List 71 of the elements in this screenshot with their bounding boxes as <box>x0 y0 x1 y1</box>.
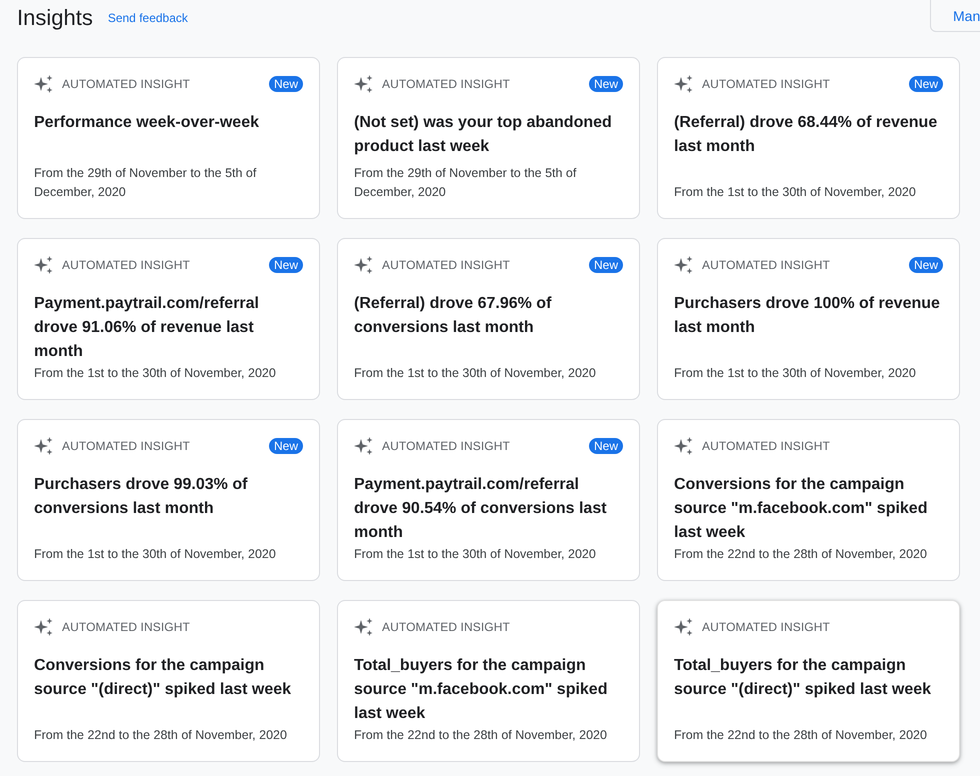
insight-type-label: AUTOMATED INSIGHT <box>382 258 510 272</box>
insight-title: (Referral) drove 68.44% of revenue last month <box>674 113 938 157</box>
sparkle-icon <box>354 436 374 456</box>
insight-title: Purchasers drove 99.03% of conversions last month <box>34 475 248 519</box>
date-range: From the 22nd to the 28th of November, 2020 <box>34 727 288 744</box>
insight-card[interactable]: AUTOMATED INSIGHT Total_buyers for the campaign source "m.facebook.com" spiked last week From the 22nd to the 28th of November, 2020 <box>337 600 640 762</box>
sparkle-icon <box>354 617 374 637</box>
insight-title: Payment.paytrail.com/referral drove 91.06% of revenue last month <box>34 294 260 362</box>
new-badge: New <box>268 438 303 454</box>
insight-card[interactable]: AUTOMATED INSIGHT New Payment.paytrail.com/referral drove 91.06% of revenue last month From the 1st to the 30th of November, 2020 <box>17 238 320 400</box>
sparkle-icon <box>34 255 54 275</box>
sparkle-icon <box>34 74 54 94</box>
manage-button[interactable]: Man <box>930 0 980 32</box>
sparkle-icon <box>34 436 54 456</box>
insight-type-label: AUTOMATED INSIGHT <box>62 620 190 634</box>
insight-type-label: AUTOMATED INSIGHT <box>382 77 510 91</box>
date-range: From the 1st to the 30th of November, 2020 <box>34 365 277 382</box>
insight-card[interactable]: AUTOMATED INSIGHT New (Referral) drove 67.96% of conversions last month From the 1st to the 30th of November, 2020 <box>337 238 640 400</box>
date-range: From the 1st to the 30th of November, 2020 <box>354 365 597 382</box>
sparkle-icon <box>354 74 374 94</box>
insight-type-label: AUTOMATED INSIGHT <box>62 258 190 272</box>
insight-card[interactable]: AUTOMATED INSIGHT New (Referral) drove 68.44% of revenue last month From the 1st to the 30th of November, 2020 <box>657 57 960 219</box>
insight-card[interactable]: AUTOMATED INSIGHT New Payment.paytrail.com/referral drove 90.54% of conversions last month From the 1st to the 30th of November, 2020 <box>337 419 640 581</box>
insight-type-label: AUTOMATED INSIGHT <box>702 77 830 91</box>
insight-type-label: AUTOMATED INSIGHT <box>702 258 830 272</box>
new-badge: New <box>268 257 303 273</box>
insight-card[interactable]: AUTOMATED INSIGHT New Purchasers drove 100% of revenue last month From the 1st to the 30th of November, 2020 <box>657 238 960 400</box>
sparkle-icon <box>674 617 694 637</box>
new-badge: New <box>588 76 623 92</box>
insight-title: (Not set) was your top abandoned product last week <box>354 113 613 157</box>
insight-title: (Referral) drove 67.96% of conversions last month <box>354 294 552 338</box>
date-range: From the 1st to the 30th of November, 2020 <box>674 365 917 382</box>
sparkle-icon <box>674 436 694 456</box>
sparkle-icon <box>674 74 694 94</box>
new-badge: New <box>588 257 623 273</box>
new-badge: New <box>268 76 303 92</box>
sparkle-icon <box>674 255 694 275</box>
send-feedback-link[interactable]: Send feedback <box>108 11 188 25</box>
insight-type-label: AUTOMATED INSIGHT <box>702 439 830 453</box>
insight-type-label: AUTOMATED INSIGHT <box>62 77 190 91</box>
insight-card[interactable]: AUTOMATED INSIGHT New Performance week-over-week From the 29th of November to the 5th of December, 2020 <box>17 57 320 219</box>
date-range: From the 1st to the 30th of November, 2020 <box>674 184 917 201</box>
insight-card[interactable]: AUTOMATED INSIGHT Conversions for the campaign source "(direct)" spiked last week From the 22nd to the 28th of November, 2020 <box>17 600 320 762</box>
insight-card[interactable]: AUTOMATED INSIGHT Total_buyers for the campaign source "(direct)" spiked last week From the 22nd to the 28th of November, 2020 <box>657 600 960 762</box>
insight-title: Payment.paytrail.com/referral drove 90.54% of conversions last month <box>354 475 608 543</box>
date-range: From the 22nd to the 28th of November, 2020 <box>674 727 928 744</box>
date-range: From the 22nd to the 28th of November, 2020 <box>354 727 608 744</box>
page-title: Insights <box>17 5 93 31</box>
insight-card[interactable]: AUTOMATED INSIGHT New Purchasers drove 99.03% of conversions last month From the 1st to the 30th of November, 2020 <box>17 419 320 581</box>
date-range: From the 29th of November to the 5th of December, 2020 <box>34 165 258 201</box>
insight-type-label: AUTOMATED INSIGHT <box>382 439 510 453</box>
sparkle-icon <box>354 255 374 275</box>
insight-title: Purchasers drove 100% of revenue last month <box>674 294 941 338</box>
insight-title: Performance week-over-week <box>34 113 260 133</box>
insight-type-label: AUTOMATED INSIGHT <box>702 620 830 634</box>
insight-title: Total_buyers for the campaign source "(direct)" spiked last week <box>674 656 932 700</box>
new-badge: New <box>588 438 623 454</box>
new-badge: New <box>908 257 943 273</box>
sparkle-icon <box>34 617 54 637</box>
date-range: From the 29th of November to the 5th of December, 2020 <box>354 165 578 201</box>
new-badge: New <box>908 76 943 92</box>
insight-card[interactable]: AUTOMATED INSIGHT Conversions for the campaign source "m.facebook.com" spiked last week From the 22nd to the 28th of November, 2020 <box>657 419 960 581</box>
insight-card[interactable]: AUTOMATED INSIGHT New (Not set) was your top abandoned product last week From the 29th of November to the 5th of December, 2020 <box>337 57 640 219</box>
date-range: From the 1st to the 30th of November, 2020 <box>34 546 277 563</box>
insight-type-label: AUTOMATED INSIGHT <box>62 439 190 453</box>
insight-title: Conversions for the campaign source "(direct)" spiked last week <box>34 656 292 700</box>
insight-title: Conversions for the campaign source "m.facebook.com" spiked last week <box>674 475 928 543</box>
date-range: From the 1st to the 30th of November, 2020 <box>354 546 597 563</box>
insight-title: Total_buyers for the campaign source "m.facebook.com" spiked last week <box>354 656 608 724</box>
insight-type-label: AUTOMATED INSIGHT <box>382 620 510 634</box>
date-range: From the 22nd to the 28th of November, 2020 <box>674 546 928 563</box>
